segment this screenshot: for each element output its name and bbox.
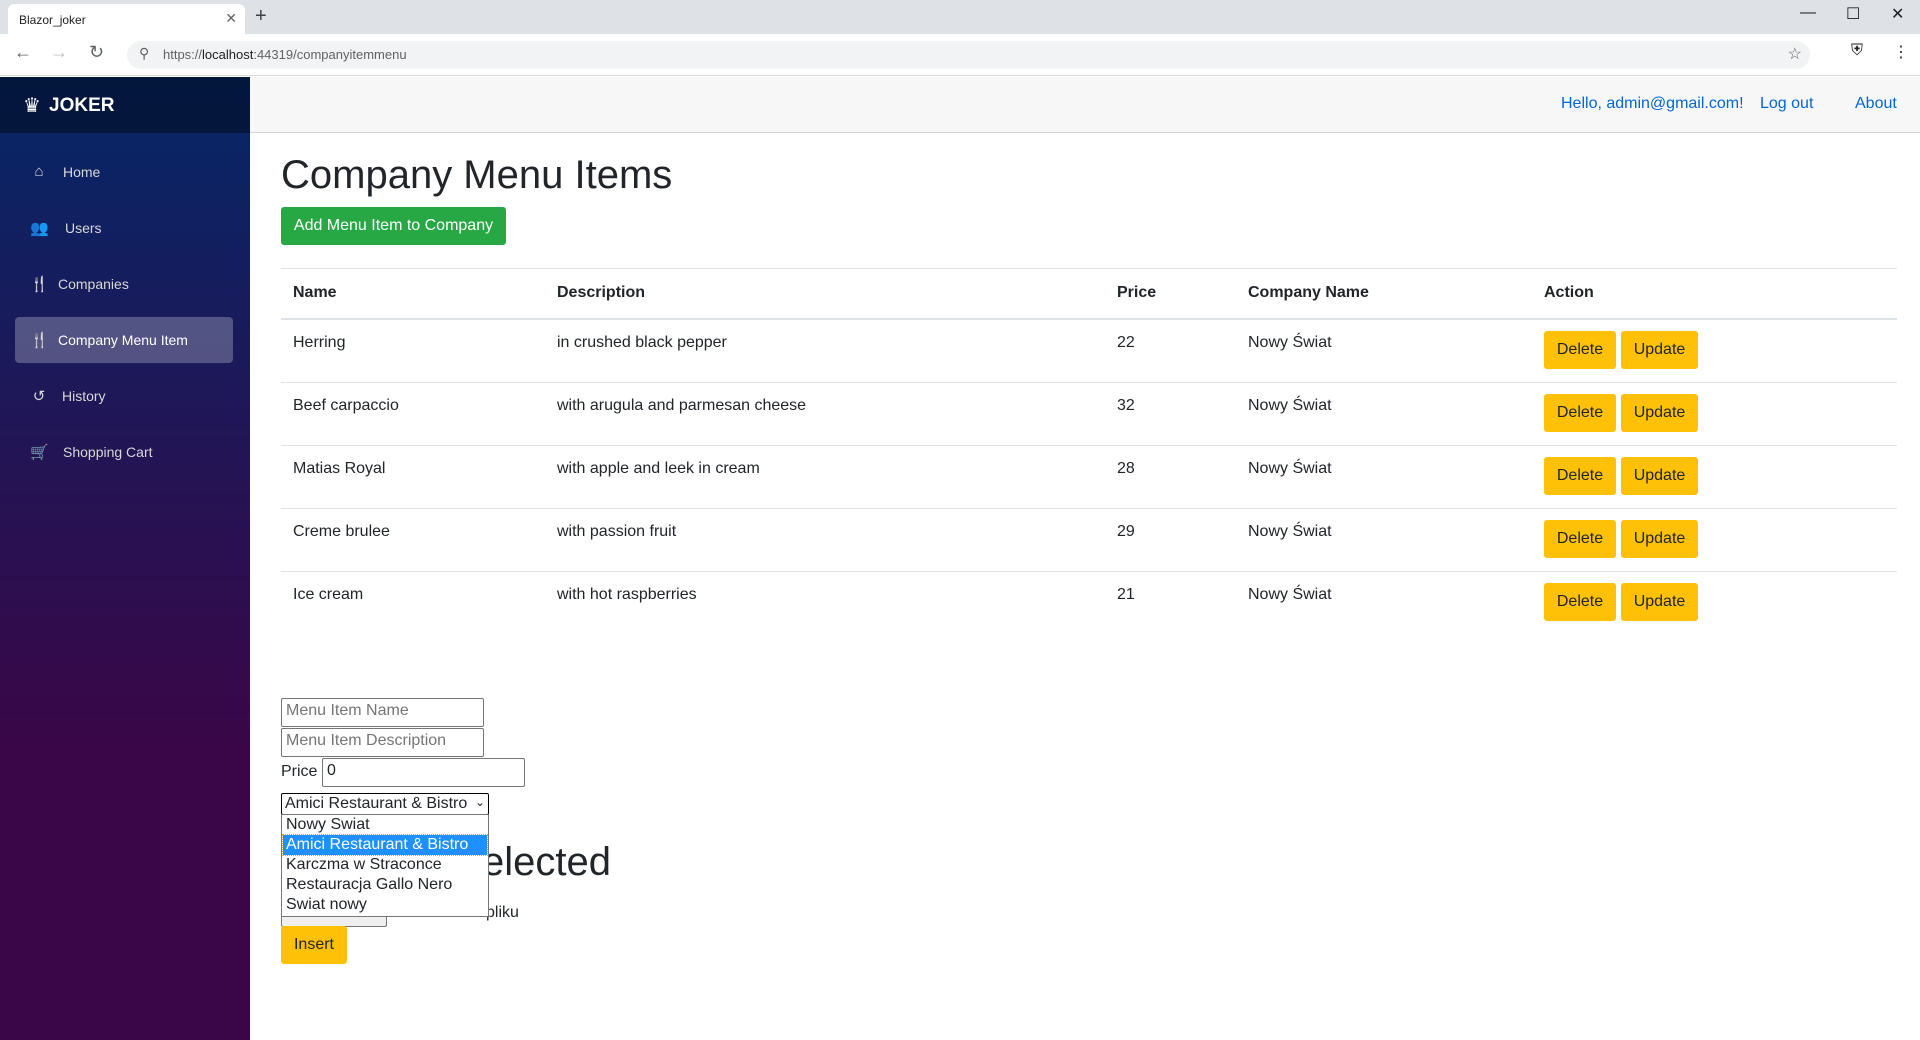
cutlery-icon: 🍴 xyxy=(30,332,49,349)
menu-item-description-input[interactable]: Menu Item Description xyxy=(281,728,484,757)
cell-price: 32 xyxy=(1117,397,1135,414)
add-menu-item-button[interactable]: Add Menu Item to Company xyxy=(281,207,506,245)
company-dropdown-list[interactable]: Nowy Swiat Amici Restaurant & Bistro Kar… xyxy=(281,814,489,917)
shield-extension-icon[interactable]: ⛨ xyxy=(1851,42,1863,60)
sidebar-item-label: History xyxy=(62,388,106,404)
delete-button[interactable]: Delete xyxy=(1544,583,1616,621)
dropdown-option[interactable]: Karczma w Straconce xyxy=(283,855,487,875)
sidebar-item-shopping-cart[interactable]: 🛒 Shopping Cart xyxy=(15,429,233,475)
browser-tab[interactable]: Blazor_joker ✕ xyxy=(8,4,245,34)
update-button[interactable]: Update xyxy=(1621,394,1698,432)
tab-title: Blazor_joker xyxy=(19,13,86,27)
back-icon[interactable]: ← xyxy=(14,42,32,63)
column-header: Price xyxy=(1117,284,1157,301)
cell-price: 22 xyxy=(1117,334,1135,351)
cell-description: with arugula and parmesan cheese xyxy=(557,397,807,414)
hello-user-link[interactable]: Hello, admin@gmail.com! xyxy=(1561,95,1744,113)
cell-company: Nowy Świat xyxy=(1248,586,1332,603)
cell-description: with apple and leek in cream xyxy=(557,460,760,477)
dropdown-option[interactable]: Swiat nowy xyxy=(283,895,487,915)
browser-tab-bar: Blazor_joker ✕ + — ☐ ✕ xyxy=(0,0,1920,34)
search-icon: ⚲ xyxy=(139,45,150,61)
file-status-text: pliku xyxy=(486,904,519,921)
about-link[interactable]: About xyxy=(1855,95,1897,113)
sidebar-item-label: Home xyxy=(63,164,101,180)
company-select-value: Amici Restaurant & Bistro xyxy=(285,795,468,812)
cart-icon: 🛒 xyxy=(30,444,49,461)
cell-company: Nowy Świat xyxy=(1248,334,1332,351)
cell-company: Nowy Świat xyxy=(1248,460,1332,477)
sidebar-item-home[interactable]: ⌂ Home xyxy=(15,149,233,195)
sidebar-item-companies[interactable]: 🍴 Companies xyxy=(15,261,233,307)
top-bar: Hello, admin@gmail.com! Log out About xyxy=(250,77,1920,133)
bookmark-star-icon[interactable]: ☆ xyxy=(1788,44,1802,64)
delete-button[interactable]: Delete xyxy=(1544,457,1616,495)
maximize-icon[interactable]: ☐ xyxy=(1846,4,1860,24)
company-select[interactable]: Amici Restaurant & Bistro ⌄ xyxy=(281,793,489,815)
menu-item-name-input[interactable]: Menu Item Name xyxy=(281,698,484,727)
sidebar-item-users[interactable]: 👥 Users xyxy=(15,205,233,251)
cell-name: Matias Royal xyxy=(293,460,386,477)
update-button[interactable]: Update xyxy=(1621,520,1698,558)
update-button[interactable]: Update xyxy=(1621,457,1698,495)
forward-icon[interactable]: → xyxy=(50,42,68,63)
sidebar-item-label: Shopping Cart xyxy=(63,444,153,460)
reload-icon[interactable]: ↻ xyxy=(89,42,104,63)
history-icon: ↺ xyxy=(32,388,46,405)
price-input[interactable]: 0 xyxy=(322,758,525,787)
close-window-icon[interactable]: ✕ xyxy=(1891,4,1904,24)
cell-name: Creme brulee xyxy=(293,523,390,540)
home-icon: ⌂ xyxy=(34,163,44,180)
cell-name: Beef carpaccio xyxy=(293,397,399,414)
sidebar-item-label: Companies xyxy=(58,276,129,292)
sidebar-item-label: Users xyxy=(65,220,102,236)
update-button[interactable]: Update xyxy=(1621,331,1698,369)
brand[interactable]: ♛ JOKER xyxy=(0,77,250,133)
sidebar-item-label: Company Menu Item xyxy=(58,332,188,348)
heading-fragment: elected xyxy=(482,840,611,884)
dropdown-option[interactable]: Restauracja Gallo Nero xyxy=(283,875,487,895)
sidebar-item-history[interactable]: ↺ History xyxy=(15,373,233,419)
chevron-down-icon: ⌄ xyxy=(474,795,485,809)
address-bar: ← → ↻ ⚲ https://localhost:44319/companyi… xyxy=(0,34,1920,76)
dropdown-option[interactable]: Nowy Swiat xyxy=(283,815,487,835)
users-icon: 👥 xyxy=(30,220,49,237)
delete-button[interactable]: Delete xyxy=(1544,520,1616,558)
insert-button[interactable]: Insert xyxy=(281,926,347,964)
cell-price: 21 xyxy=(1117,586,1135,603)
main-content: Company Menu Items Add Menu Item to Comp… xyxy=(250,133,1920,1040)
column-header: Company Name xyxy=(1248,284,1369,301)
cell-description: in crushed black pepper xyxy=(557,334,727,351)
url-field[interactable]: ⚲ https://localhost:44319/companyitemmen… xyxy=(127,41,1810,69)
sidebar: ♛ JOKER ⌂ Home 👥 Users 🍴 Companies 🍴 Com… xyxy=(0,77,250,1040)
column-header: Name xyxy=(293,284,337,301)
dropdown-option-selected[interactable]: Amici Restaurant & Bistro xyxy=(282,834,488,856)
page-title: Company Menu Items xyxy=(281,153,673,197)
cell-description: with hot raspberries xyxy=(557,586,697,603)
sidebar-item-company-menu-item[interactable]: 🍴 Company Menu Item xyxy=(15,317,233,363)
update-button[interactable]: Update xyxy=(1621,583,1698,621)
cell-company: Nowy Świat xyxy=(1248,397,1332,414)
logout-link[interactable]: Log out xyxy=(1760,95,1813,113)
column-header: Description xyxy=(557,284,646,301)
close-tab-icon[interactable]: ✕ xyxy=(225,10,237,27)
crown-icon: ♛ xyxy=(23,95,41,117)
new-tab-icon[interactable]: + xyxy=(255,5,267,28)
cell-company: Nowy Świat xyxy=(1248,523,1332,540)
brand-name: JOKER xyxy=(49,95,115,116)
cell-price: 29 xyxy=(1117,523,1135,540)
menu-dots-icon[interactable]: ⋮ xyxy=(1893,42,1909,62)
minimize-icon[interactable]: — xyxy=(1800,4,1816,22)
delete-button[interactable]: Delete xyxy=(1544,394,1616,432)
url-text: https://localhost:44319/companyitemmenu xyxy=(163,47,407,62)
cell-description: with passion fruit xyxy=(557,523,677,540)
delete-button[interactable]: Delete xyxy=(1544,331,1616,369)
cell-price: 28 xyxy=(1117,460,1135,477)
price-label: Price xyxy=(281,763,318,780)
cell-name: Ice cream xyxy=(293,586,364,603)
column-header: Action xyxy=(1544,284,1594,301)
cutlery-icon: 🍴 xyxy=(30,276,49,293)
cell-name: Herring xyxy=(293,334,346,351)
